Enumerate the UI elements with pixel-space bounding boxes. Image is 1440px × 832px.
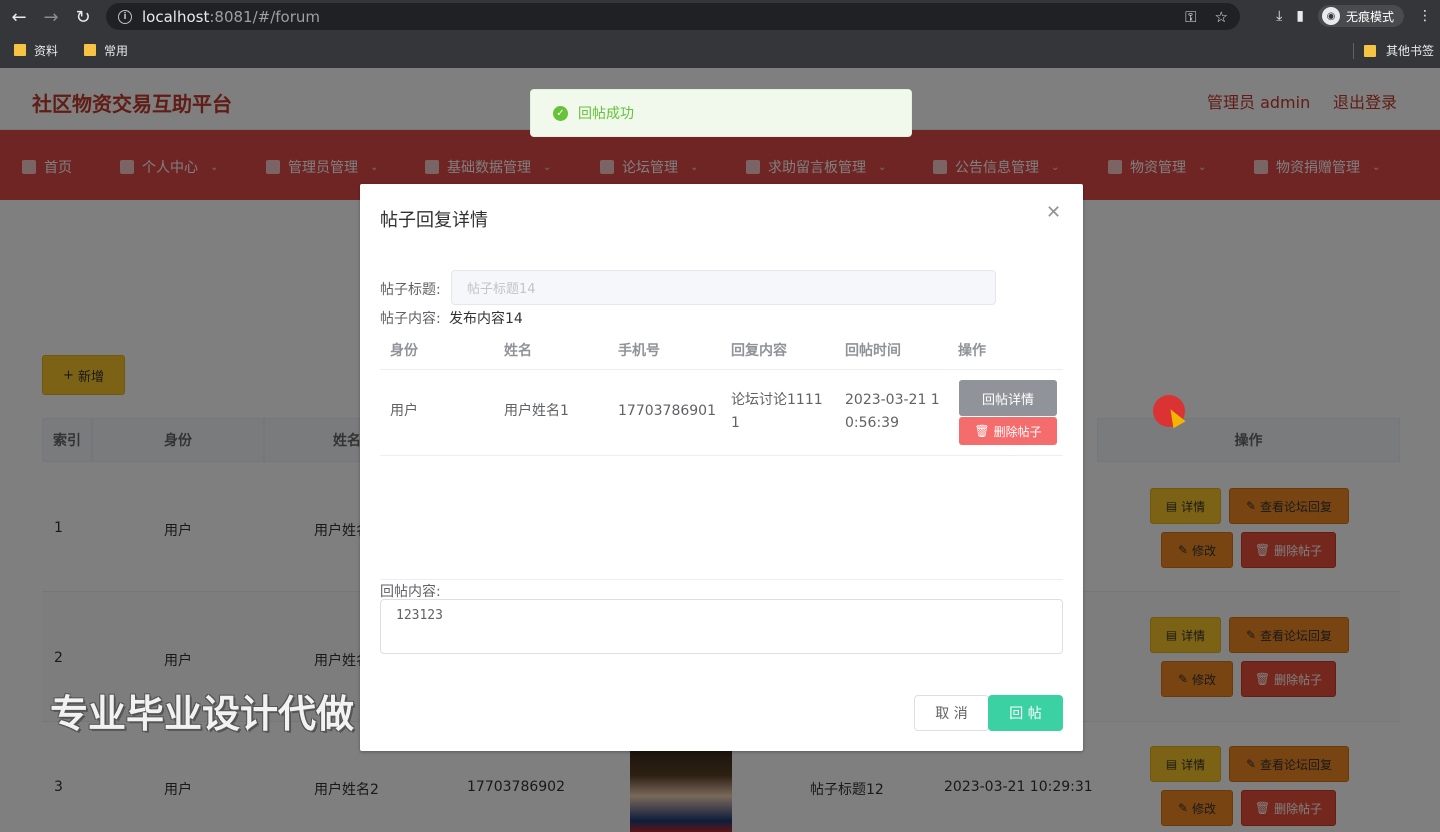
forward-icon[interactable]: → [38,4,64,30]
reply-textarea[interactable]: 123123 [380,599,1063,654]
post-content-value: 发布内容14 [449,311,523,327]
reply-time-line: 0:56:39 [845,415,899,431]
cancel-button[interactable]: 取 消 [914,695,989,731]
toast-message: 回帖成功 [578,106,634,122]
check-circle-icon: ✓ [553,105,568,121]
reload-icon[interactable]: ↻ [70,4,96,30]
star-icon[interactable]: ☆ [1215,8,1228,26]
incognito-badge[interactable]: ◉ 无痕模式 [1317,5,1404,27]
reply-identity: 用户 [390,403,418,419]
column-header: 操作 [958,343,986,359]
browser-chrome: ← → ↻ i localhost:8081/#/forum ⚿ ☆ ⤓ ▮ ◉… [0,0,1440,68]
download-icon[interactable]: ⤓ [1276,8,1282,24]
site-info-icon[interactable]: i [118,9,132,24]
divider [380,579,1063,580]
url-host: localhost [142,7,210,26]
sidepanel-icon[interactable]: ▮ [1296,8,1304,24]
incognito-icon: ◉ [1321,7,1340,25]
button-label: 删除帖子 [993,424,1042,439]
bookmark-label: 常用 [104,43,129,58]
back-icon[interactable]: ← [6,4,32,30]
reply-content-line: 论坛讨论1111 [731,392,823,408]
reply-table-header: 身份 姓名 手机号 回复内容 回帖时间 操作 [380,332,1063,370]
browser-toolbar: ← → ↻ i localhost:8081/#/forum ⚿ ☆ ⤓ ▮ ◉… [0,0,1440,34]
submit-reply-button[interactable]: 回 帖 [988,695,1063,731]
trash-icon: 🗑 [974,424,990,438]
reply-time-line: 2023-03-21 1 [845,392,940,408]
reply-content: 论坛讨论1111 1 [731,389,823,435]
dialog-title: 帖子回复详情 [380,210,488,231]
success-toast: ✓ 回帖成功 [530,89,912,137]
key-icon[interactable]: ⚿ [1185,8,1196,26]
column-header: 姓名 [504,343,532,359]
incognito-label: 无痕模式 [1345,9,1394,24]
folder-icon [1363,44,1376,57]
reply-content-label: 回帖内容: [380,584,441,600]
other-bookmarks[interactable]: 其他书签 [1386,42,1434,59]
close-icon[interactable]: ✕ [1046,202,1061,223]
divider [1352,42,1354,59]
reply-detail-button[interactable]: 回帖详情 [959,380,1057,416]
watermark-text: 专业毕业设计代做 [50,692,355,736]
reply-phone: 17703786901 [618,403,716,419]
column-header: 身份 [390,343,418,359]
menu-icon[interactable]: ⋮ [1418,8,1432,24]
reply-name: 用户姓名1 [504,403,569,419]
column-header: 手机号 [618,343,660,359]
bookmark-folder[interactable]: 资料 [14,42,58,59]
post-title-label: 帖子标题: [380,282,441,298]
bookmark-label: 资料 [34,43,59,58]
bookmark-folder[interactable]: 常用 [84,42,128,59]
bookmarks-bar: 资料 常用 其他书签 [0,38,1440,62]
reply-content-line: 1 [731,415,740,431]
folder-icon [14,44,26,56]
reply-time: 2023-03-21 1 0:56:39 [845,389,940,435]
post-title-input[interactable]: 帖子标题14 [451,270,996,305]
column-header: 回复内容 [731,343,787,359]
post-content-label: 帖子内容: [380,311,441,327]
column-header: 回帖时间 [845,343,901,359]
reply-detail-dialog: 帖子回复详情 ✕ 帖子标题: 帖子标题14 帖子内容: 发布内容14 身份 姓名… [360,184,1083,751]
url-path: :8081/#/forum [209,7,320,26]
delete-reply-button[interactable]: 🗑 删除帖子 [959,417,1057,445]
address-bar[interactable]: i localhost:8081/#/forum ⚿ ☆ [106,3,1240,30]
folder-icon [84,44,97,56]
